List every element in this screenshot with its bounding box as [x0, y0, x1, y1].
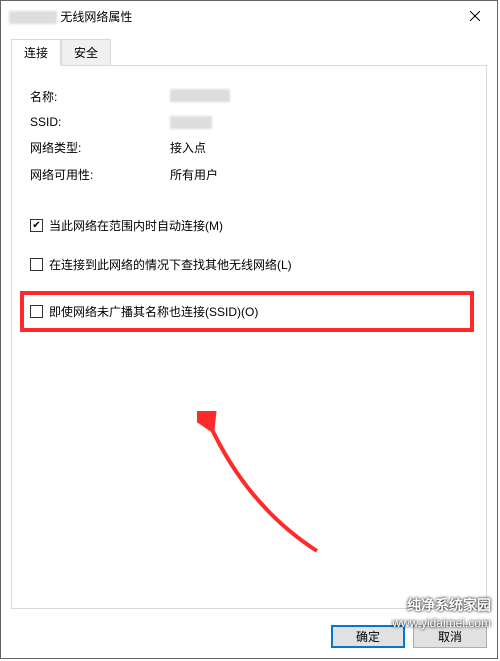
tab-strip: 连接 安全 — [11, 39, 487, 65]
tab-connect[interactable]: 连接 — [11, 39, 61, 66]
checkbox-icon — [30, 219, 43, 232]
title-suffix: 无线网络属性 — [60, 10, 132, 24]
prop-row-name: 名称: — [30, 88, 468, 105]
prop-row-ssid: SSID: — [30, 115, 468, 129]
label-avail: 网络可用性: — [30, 166, 170, 183]
close-icon — [470, 11, 480, 21]
checkbox-icon — [30, 305, 43, 318]
tab-security[interactable]: 安全 — [61, 39, 111, 65]
properties-section: 名称: SSID: 网络类型: 接入点 网络可用性: 所有用户 — [30, 88, 468, 183]
checkbox-label: 在连接到此网络的情况下查找其他无线网络(L) — [49, 256, 292, 273]
cancel-button[interactable]: 取消 — [413, 625, 487, 648]
prop-row-nettype: 网络类型: 接入点 — [30, 139, 468, 156]
value-ssid — [170, 115, 212, 129]
checkbox-look-other[interactable]: 在连接到此网络的情况下查找其他无线网络(L) — [30, 252, 468, 277]
redacted-name — [9, 11, 57, 24]
label-name: 名称: — [30, 88, 170, 105]
checkbox-auto-connect[interactable]: 当此网络在范围内时自动连接(M) — [30, 213, 468, 238]
dialog-window: 无线网络属性 连接 安全 名称: SSID: — [0, 0, 498, 659]
checkbox-connect-hidden[interactable]: 即使网络未广播其名称也连接(SSID)(O) — [20, 291, 474, 332]
close-button[interactable] — [452, 1, 497, 31]
checkbox-icon — [30, 258, 43, 271]
ok-button[interactable]: 确定 — [331, 625, 405, 648]
label-ssid: SSID: — [30, 115, 170, 129]
value-nettype: 接入点 — [170, 139, 206, 156]
value-name — [170, 88, 230, 105]
window-title: 无线网络属性 — [9, 8, 132, 25]
tab-panel-connect: 名称: SSID: 网络类型: 接入点 网络可用性: 所有用户 当 — [11, 65, 487, 609]
dialog-footer: 确定 取消 — [1, 619, 497, 658]
content-wrapper: 连接 安全 名称: SSID: 网络类型: 接入点 网络可用性: — [1, 31, 497, 619]
annotation-arrow-icon — [197, 411, 337, 561]
label-nettype: 网络类型: — [30, 139, 170, 156]
title-bar: 无线网络属性 — [1, 1, 497, 31]
prop-row-avail: 网络可用性: 所有用户 — [30, 166, 468, 183]
checkbox-label: 即使网络未广播其名称也连接(SSID)(O) — [49, 303, 258, 320]
checkbox-label: 当此网络在范围内时自动连接(M) — [49, 217, 223, 234]
value-avail: 所有用户 — [170, 166, 218, 183]
